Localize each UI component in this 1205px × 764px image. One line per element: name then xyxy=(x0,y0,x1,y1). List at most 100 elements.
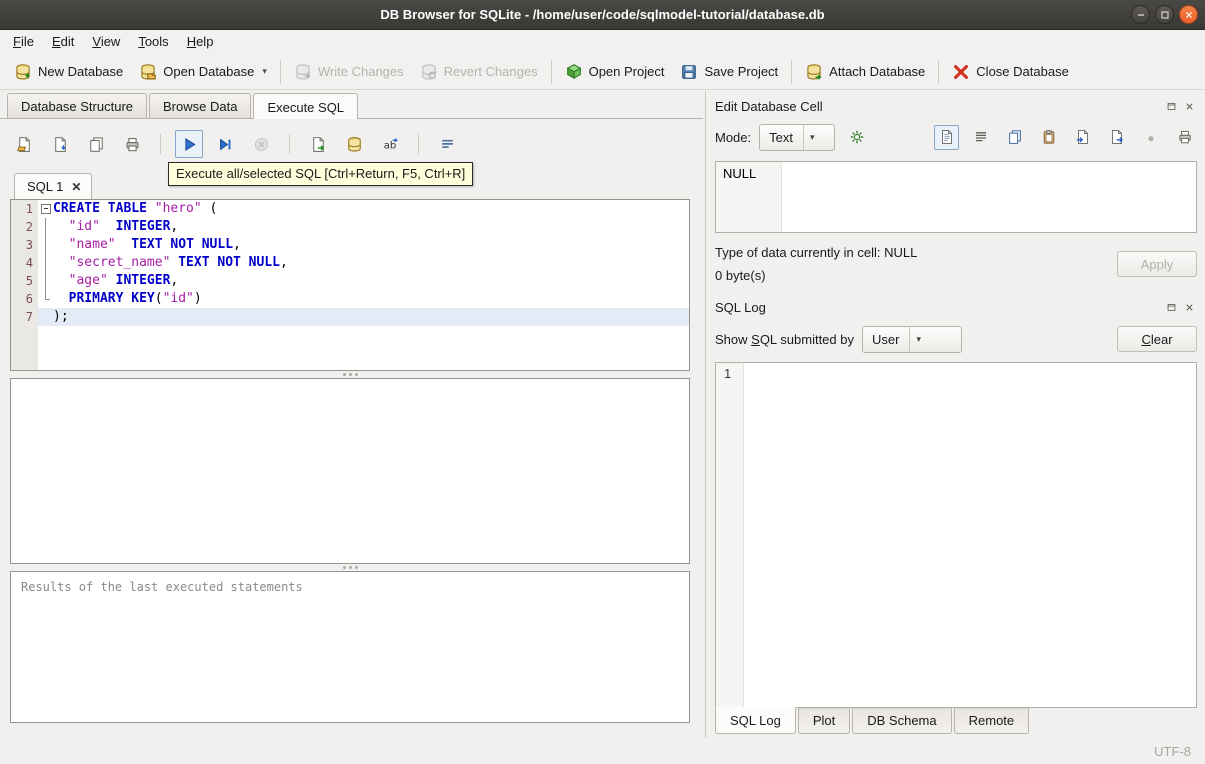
menu-item-edit[interactable]: Edit xyxy=(43,30,83,54)
dock-tab-sql-log[interactable]: SQL Log xyxy=(715,707,796,734)
menu-item-tools[interactable]: Tools xyxy=(129,30,177,54)
close-dock-button[interactable] xyxy=(1182,99,1197,114)
save-sql-file-button[interactable] xyxy=(46,130,74,158)
dropdown-caret-icon[interactable]: ▾ xyxy=(262,66,267,77)
revert-changes-button[interactable]: Revert Changes xyxy=(412,59,546,85)
new-database-button[interactable]: New Database xyxy=(6,59,131,85)
menu-item-help[interactable]: Help xyxy=(178,30,223,54)
cell-type-info: Type of data currently in cell: NULL xyxy=(715,245,918,260)
save-as-view-button[interactable] xyxy=(340,130,368,158)
tab-execute-sql[interactable]: Execute SQL xyxy=(253,93,359,119)
export-icon xyxy=(1111,130,1123,144)
apply-button[interactable]: Apply xyxy=(1117,251,1197,277)
format-sql-button[interactable] xyxy=(433,130,461,158)
print-cell-button[interactable] xyxy=(1172,125,1197,150)
mode-combo-value: Text xyxy=(769,129,793,145)
editor-line-2[interactable]: "id" INTEGER, xyxy=(38,218,689,236)
splitter-handle[interactable] xyxy=(10,564,690,571)
sql-log-area[interactable]: 1 xyxy=(715,362,1197,708)
fold-marker-icon xyxy=(38,290,53,308)
close-dock-button[interactable] xyxy=(1182,300,1197,315)
set-null-button[interactable] xyxy=(1138,125,1163,150)
minimize-button[interactable] xyxy=(1131,5,1150,24)
float-dock-button[interactable] xyxy=(1164,300,1179,315)
attach-database-icon xyxy=(807,63,822,80)
dock-tab-db-schema[interactable]: DB Schema xyxy=(852,708,952,734)
splitter-handle[interactable] xyxy=(10,371,690,378)
main-tabbar: Database Structure Browse Data Execute SQL xyxy=(0,91,703,119)
minus-icon xyxy=(1137,13,1144,16)
maximize-button[interactable] xyxy=(1155,5,1174,24)
line-number: 1 xyxy=(25,202,33,216)
stop-button[interactable] xyxy=(247,130,275,158)
sql-log-body[interactable] xyxy=(744,363,1196,707)
copy-button[interactable] xyxy=(1002,125,1027,150)
editor-line-4[interactable]: "secret_name" TEXT NOT NULL, xyxy=(38,254,689,272)
toolbar-separator xyxy=(279,59,281,84)
close-tab-icon[interactable]: ✕ xyxy=(71,180,81,194)
close-button[interactable] xyxy=(1179,5,1198,24)
titlebar[interactable]: DB Browser for SQLite - /home/user/code/… xyxy=(0,0,1205,30)
editor-line-6[interactable]: PRIMARY KEY("id") xyxy=(38,290,689,308)
editor-line-5[interactable]: "age" INTEGER, xyxy=(38,272,689,290)
page-export-icon xyxy=(312,136,324,152)
find-replace-button[interactable]: ab xyxy=(376,130,404,158)
fold-marker-icon[interactable] xyxy=(38,200,53,218)
open-project-button[interactable]: Open Project xyxy=(557,59,673,85)
cell-info-row: Type of data currently in cell: NULL 0 b… xyxy=(715,245,1197,283)
main-area: Database Structure Browse Data Execute SQL… xyxy=(0,91,1205,738)
close-x-icon xyxy=(1186,103,1193,110)
sql-file-tab[interactable]: SQL 1 ✕ xyxy=(14,173,93,199)
editor-line-1[interactable]: CREATE TABLE "hero" ( xyxy=(38,200,689,218)
float-dock-button[interactable] xyxy=(1164,99,1179,114)
float-icon xyxy=(1167,304,1176,311)
write-changes-label: Write Changes xyxy=(317,64,404,79)
import-button[interactable] xyxy=(1070,125,1095,150)
export-button[interactable] xyxy=(1104,125,1129,150)
gear-icon xyxy=(849,129,865,145)
tooltip: Execute all/selected SQL [Ctrl+Return, F… xyxy=(168,162,474,186)
auto-switch-mode-button[interactable] xyxy=(844,125,869,150)
line-number: 7 xyxy=(25,310,33,324)
printer-icon xyxy=(1178,130,1191,144)
toolbar-separator xyxy=(791,59,793,84)
open-database-button[interactable]: Open Database ▾ xyxy=(131,59,275,85)
editor-line-7[interactable]: ); xyxy=(38,308,689,326)
save-project-button[interactable]: Save Project xyxy=(672,59,786,85)
menu-item-file[interactable]: File xyxy=(4,30,43,54)
tab-database-structure[interactable]: Database Structure xyxy=(7,93,148,118)
clear-button[interactable]: Clear xyxy=(1117,326,1197,352)
open-project-label: Open Project xyxy=(588,64,665,79)
toolbar-separator xyxy=(160,134,161,154)
chevron-down-icon: ▾ xyxy=(802,124,821,150)
sql-editor[interactable]: 1 2 3 4 5 6 7 CREATE TABLE "hero" ( "id" INTEG… xyxy=(10,199,690,371)
print-button[interactable] xyxy=(118,130,146,158)
execute-current-line-button[interactable] xyxy=(211,130,239,158)
submitted-by-combo[interactable]: User ▾ xyxy=(862,325,962,353)
text-mode-button[interactable] xyxy=(934,124,959,150)
tab-browse-data[interactable]: Browse Data xyxy=(149,93,252,118)
right-pane: Edit Database Cell Mode: Text ▾ NULL Typ… xyxy=(705,91,1205,738)
chevron-down-icon: ▾ xyxy=(909,326,927,352)
open-sql-file-button[interactable] xyxy=(10,130,38,158)
rtl-mode-button[interactable] xyxy=(968,125,993,150)
mode-combo[interactable]: Text ▾ xyxy=(759,123,836,151)
attach-database-label: Attach Database xyxy=(829,64,926,79)
sql-toolbar: ab xyxy=(10,127,703,161)
save-sql-as-button[interactable] xyxy=(82,130,110,158)
stop-icon xyxy=(254,137,268,151)
menu-item-view[interactable]: View xyxy=(83,30,129,54)
paste-button[interactable] xyxy=(1036,125,1061,150)
dock-tab-remote[interactable]: Remote xyxy=(953,708,1030,734)
close-database-button[interactable]: Close Database xyxy=(944,59,1077,85)
attach-database-button[interactable]: Attach Database xyxy=(797,59,933,85)
editor-line-3[interactable]: "name" TEXT NOT NULL, xyxy=(38,236,689,254)
editor-code[interactable]: CREATE TABLE "hero" ( "id" INTEGER, "nam… xyxy=(38,200,689,370)
cell-editor[interactable]: NULL xyxy=(715,161,1197,233)
write-changes-button[interactable]: Write Changes xyxy=(286,59,412,85)
dock-tab-plot[interactable]: Plot xyxy=(797,708,851,734)
app-window: DB Browser for SQLite - /home/user/code/… xyxy=(0,0,1205,764)
execute-all-button[interactable] xyxy=(175,130,203,158)
export-results-button[interactable] xyxy=(304,130,332,158)
results-grid[interactable] xyxy=(10,378,690,564)
